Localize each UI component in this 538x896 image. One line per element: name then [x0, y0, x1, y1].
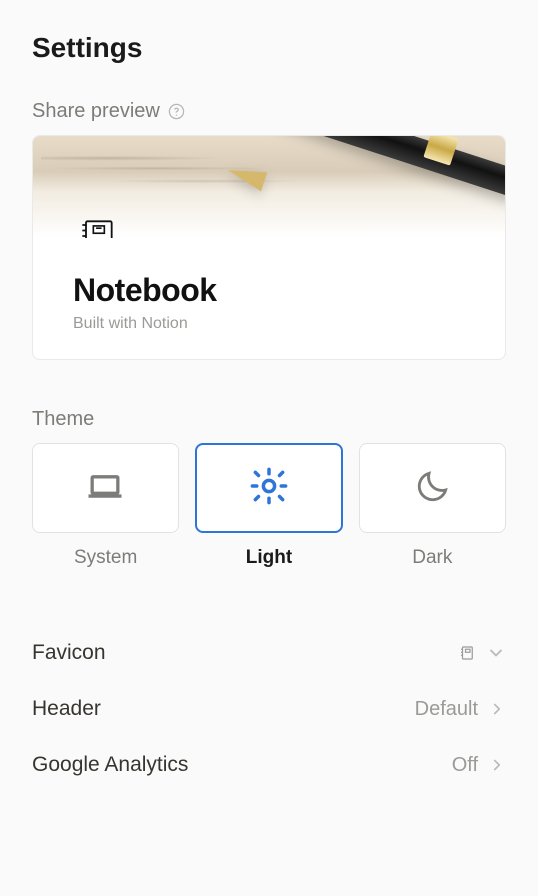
setting-value-google-analytics: Off [452, 754, 506, 777]
share-preview-label-row: Share preview [32, 100, 506, 123]
chevron-right-icon [488, 756, 506, 774]
help-icon[interactable] [168, 103, 186, 121]
setting-value-favicon [458, 643, 506, 663]
setting-name-favicon: Favicon [32, 641, 106, 665]
share-preview-label: Share preview [32, 100, 160, 123]
notebook-icon [73, 212, 121, 238]
preview-title: Notebook [73, 272, 465, 309]
theme-label-dark: Dark [359, 547, 506, 569]
moon-icon [414, 467, 452, 510]
chevron-right-icon [488, 700, 506, 718]
laptop-icon [83, 464, 127, 513]
setting-row-favicon[interactable]: Favicon [32, 625, 506, 681]
page-title: Settings [32, 32, 506, 64]
setting-row-google-analytics[interactable]: Google Analytics Off [32, 737, 506, 793]
theme-option-light[interactable] [195, 443, 344, 533]
setting-value-header: Default [415, 698, 506, 721]
setting-name-google-analytics: Google Analytics [32, 753, 188, 777]
sun-icon [248, 465, 290, 512]
setting-row-header[interactable]: Header Default [32, 681, 506, 737]
preview-body: Notebook Built with Notion [33, 238, 505, 359]
preview-cover-image [33, 136, 505, 238]
theme-option-labels: System Light Dark [32, 547, 506, 569]
theme-label-system: System [32, 547, 179, 569]
theme-option-system[interactable] [32, 443, 179, 533]
chevron-down-icon [486, 643, 506, 663]
setting-name-header: Header [32, 697, 101, 721]
theme-option-dark[interactable] [359, 443, 506, 533]
preview-subtitle: Built with Notion [73, 315, 465, 333]
theme-options [32, 443, 506, 533]
theme-label: Theme [32, 408, 506, 431]
notebook-mini-icon [458, 644, 476, 662]
theme-label-light: Light [195, 547, 342, 569]
share-preview-card: Notebook Built with Notion [32, 135, 506, 360]
